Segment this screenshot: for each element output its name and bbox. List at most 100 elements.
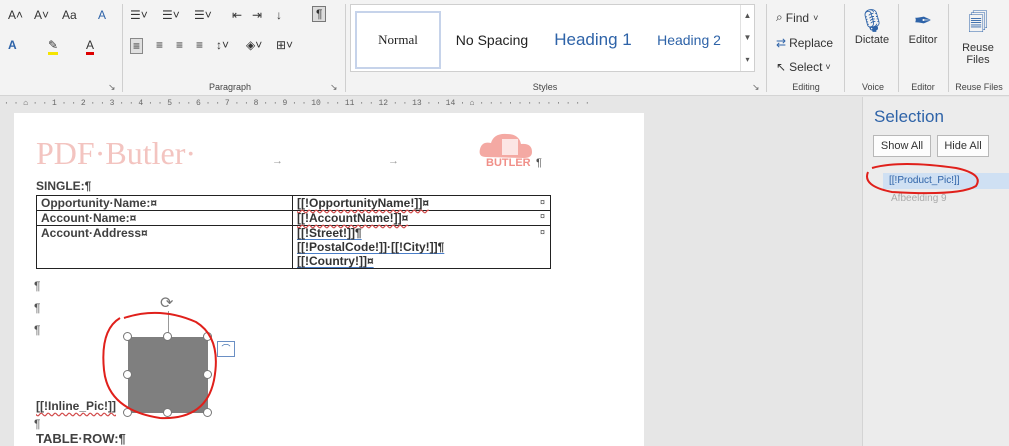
table-row-heading: TABLE·ROW:¶ (36, 431, 126, 446)
empty-paragraph: ¶ (34, 301, 41, 315)
resize-handle[interactable] (203, 370, 212, 379)
grow-font-button[interactable]: A˄ (8, 8, 23, 22)
style-no-spacing[interactable]: No Spacing (447, 11, 537, 69)
style-normal[interactable]: Normal (355, 11, 441, 69)
select-button[interactable]: ↖ Select ˅ (776, 60, 831, 74)
row-end-mark: ¤ (540, 227, 546, 237)
change-case-button[interactable]: Aa (62, 8, 77, 22)
justify-icon[interactable]: ≡ (196, 38, 203, 52)
divider (122, 4, 123, 92)
font-color-button[interactable]: A (86, 38, 95, 55)
reuse-files-group-label: Reuse Files (955, 82, 1003, 92)
microphone-icon: 🎙 (858, 8, 886, 33)
field-label[interactable]: Opportunity·Name:¤ (36, 195, 293, 211)
divider (766, 4, 767, 92)
editor-label: Editor (908, 34, 938, 46)
reuse-label: Reuse (962, 42, 994, 54)
field-label[interactable]: Account·Name:¤ (36, 210, 293, 226)
replace-icon: ⇄ (776, 36, 787, 50)
resize-handle[interactable] (203, 408, 212, 417)
paragraph-dialog-launcher-icon[interactable]: ↘ (330, 82, 338, 93)
merge-field: [[!AccountName!]]¤ (297, 211, 409, 225)
style-heading-2[interactable]: Heading 2 (647, 11, 731, 69)
resize-handle[interactable] (123, 332, 132, 341)
field-label[interactable]: Account·Address¤ (36, 225, 293, 269)
layout-options-icon[interactable]: ⌒ (217, 341, 235, 357)
search-icon: ⌕ (776, 10, 783, 24)
reuse-files-button[interactable]: 🗐 Reuse Files (952, 8, 1004, 66)
document-canvas-margin (644, 113, 862, 446)
selection-item-afbeelding[interactable]: Afbeelding 9 (887, 193, 947, 204)
selection-item-product-pic[interactable]: [[!Product_Pic!]] (883, 173, 1009, 189)
merge-field: [[!PostalCode!]]·[[!City!]]¶ (297, 240, 445, 254)
resize-handle[interactable] (163, 332, 172, 341)
editor-button[interactable]: ✒ Editor (902, 8, 944, 46)
voice-group-label: Voice (861, 82, 885, 92)
dictate-label: Dictate (854, 34, 890, 46)
select-label: Select (789, 60, 823, 74)
resize-handle[interactable] (123, 370, 132, 379)
field-value[interactable]: [[!AccountName!]]¤ (292, 210, 551, 226)
show-all-button[interactable]: Show All (873, 135, 931, 157)
hide-all-button[interactable]: Hide All (937, 135, 989, 157)
resize-handle[interactable] (123, 408, 132, 417)
empty-paragraph: ¶ (34, 279, 41, 293)
editor-pen-icon: ✒ (913, 8, 933, 33)
inline-pic-field[interactable]: [[!Inline_Pic!]] (36, 399, 116, 413)
row-end-mark: ¤ (540, 197, 546, 207)
shrink-font-button[interactable]: A˅ (34, 8, 49, 22)
horizontal-ruler[interactable]: · · ⌂ · · 1 · · 2 · · 3 · · 4 · · 5 · · … (0, 97, 640, 111)
find-button[interactable]: ⌕ Find ˅ (776, 10, 818, 25)
table-row: Opportunity·Name:¤ [[!OpportunityName!]]… (36, 195, 551, 211)
table-row: Account·Name:¤ [[!AccountName!]]¤ (36, 210, 551, 226)
files-label: Files (966, 54, 990, 66)
styles-group-label: Styles (532, 82, 558, 92)
pdf-butler-title: PDF·Butler· (36, 135, 196, 171)
merge-field: [[!Inline_Pic!]] (36, 399, 116, 413)
single-heading: SINGLE:¶ (36, 179, 92, 193)
replace-button[interactable]: ⇄ Replace (776, 36, 833, 50)
divider (898, 4, 899, 92)
borders-icon[interactable]: ⊞˅ (276, 38, 293, 52)
clear-formatting-button[interactable]: A (98, 8, 106, 22)
style-heading-1[interactable]: Heading 1 (543, 11, 643, 69)
bullets-icon[interactable]: ☰˅ (130, 8, 148, 22)
text-effects-button[interactable]: A (8, 38, 17, 52)
increase-indent-icon[interactable]: ⇥ (252, 8, 262, 22)
multilevel-list-icon[interactable]: ☰˅ (194, 8, 212, 22)
show-marks-button[interactable]: ¶ (312, 6, 327, 22)
align-left-icon[interactable]: ≡ (130, 38, 144, 54)
divider (844, 4, 845, 92)
align-center-icon[interactable]: ≡ (156, 38, 163, 52)
document-page[interactable]: PDF·Butler· → → BUTLER ¶ SINGLE:¶ Opport… (14, 113, 644, 446)
field-value[interactable]: [[!OpportunityName!]]¤ (292, 195, 551, 211)
merge-field: [[!Country!]]¤ (297, 254, 374, 268)
gallery-scroll[interactable]: ▲ ▼ ▾ (740, 5, 754, 71)
table-row: Account·Address¤ [[!Street!]]¶ [[!Postal… (36, 225, 551, 269)
selection-pane-title: Selection (874, 107, 944, 126)
resize-handle[interactable] (163, 408, 172, 417)
line-spacing-icon[interactable]: ↕˅ (216, 38, 229, 52)
merge-field: [[!Street!]]¶ (297, 226, 362, 240)
field-value[interactable]: [[!Street!]]¶ [[!PostalCode!]]·[[!City!]… (292, 225, 551, 269)
align-right-icon[interactable]: ≡ (176, 38, 183, 52)
rotate-handle-icon[interactable]: ⟳ (160, 293, 173, 313)
divider (345, 4, 346, 92)
product-pic-image[interactable] (128, 337, 208, 413)
font-dialog-launcher-icon[interactable]: ↘ (108, 82, 116, 93)
chevron-down-icon: ˅ (825, 62, 831, 72)
row-end-mark: ¤ (540, 211, 546, 221)
numbering-icon[interactable]: ☰˅ (162, 8, 180, 22)
decrease-indent-icon[interactable]: ⇤ (232, 8, 242, 22)
editor-group-label: Editor (911, 82, 935, 92)
sort-icon[interactable]: ↓ (276, 8, 282, 22)
shading-icon[interactable]: ◈˅ (246, 38, 262, 52)
reuse-files-icon: 🗐 (968, 12, 988, 34)
highlight-button[interactable]: ✎ (48, 38, 59, 55)
pilcrow: ¶ (536, 157, 542, 169)
logo-text: BUTLER (486, 157, 531, 169)
styles-dialog-launcher-icon[interactable]: ↘ (752, 82, 760, 93)
paragraph-group-label: Paragraph (208, 82, 252, 92)
dictate-button[interactable]: 🎙 Dictate (850, 8, 894, 46)
resize-handle[interactable] (203, 332, 212, 341)
